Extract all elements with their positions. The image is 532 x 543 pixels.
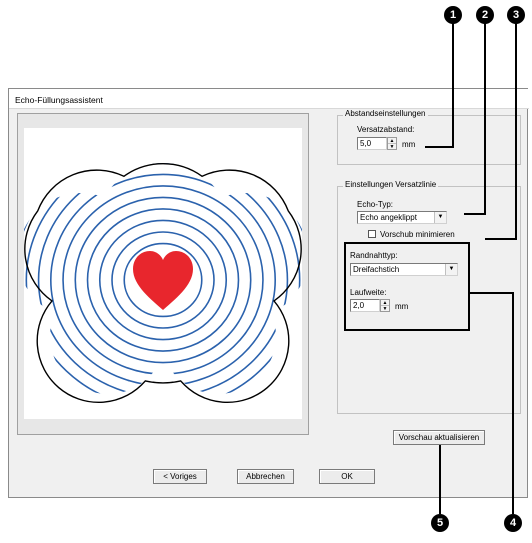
leader-line-4-h — [470, 292, 513, 294]
chevron-down-icon[interactable]: ▼ — [434, 212, 446, 223]
leader-line-5 — [439, 445, 441, 514]
back-button[interactable]: < Voriges — [153, 469, 207, 484]
echo-fill-preview — [18, 163, 308, 404]
offset-distance-label: Versatzabstand: — [357, 125, 415, 134]
leader-line-1 — [452, 23, 454, 147]
echo-type-label: Echo-Typ: — [357, 200, 394, 209]
minimize-feed-checkbox[interactable] — [368, 230, 376, 238]
ok-button[interactable]: OK — [319, 469, 375, 484]
callout-marker-1: 1 — [444, 6, 462, 24]
cancel-button[interactable]: Abbrechen — [237, 469, 294, 484]
callout-marker-3: 3 — [507, 6, 525, 24]
minimize-feed-label: Vorschub minimieren — [380, 230, 455, 239]
dialog-title: Echo-Füllungsassistent — [15, 95, 103, 105]
leader-line-3-h — [485, 238, 517, 240]
leader-line-2-h — [464, 213, 486, 215]
leader-line-2 — [484, 23, 486, 214]
title-bar: Echo-Füllungsassistent — [9, 89, 529, 109]
leader-line-3 — [515, 23, 517, 239]
preview-canvas — [18, 128, 308, 419]
edge-stitch-callout-frame — [344, 242, 470, 331]
offset-distance-field[interactable]: 5,0 — [357, 137, 387, 150]
offset-line-group-label: Einstellungen Versatzlinie — [343, 180, 439, 189]
spacing-group-label: Abstandseinstellungen — [343, 109, 428, 118]
leader-line-1-h — [425, 146, 454, 148]
spin-down-icon[interactable]: ▼ — [388, 144, 396, 150]
offset-distance-spinner[interactable]: ▲ ▼ — [387, 137, 397, 150]
callout-marker-4: 4 — [504, 514, 522, 532]
leader-line-4 — [512, 292, 514, 514]
refresh-preview-button[interactable]: Vorschau aktualisieren — [393, 430, 485, 445]
callout-marker-5: 5 — [431, 514, 449, 532]
offset-distance-unit: mm — [402, 140, 416, 149]
echo-type-select[interactable]: Echo angeklippt ▼ — [357, 211, 447, 224]
preview-panel — [17, 113, 309, 435]
callout-marker-2: 2 — [476, 6, 494, 24]
